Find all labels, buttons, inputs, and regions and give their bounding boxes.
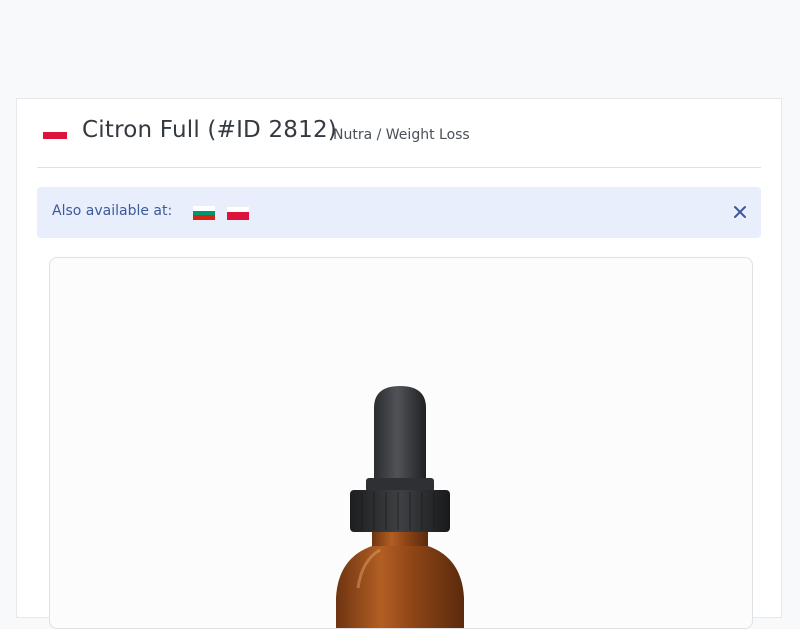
offer-title: Citron Full (#ID 2812): [82, 117, 337, 143]
poland-flag-icon[interactable]: [227, 206, 249, 220]
offer-card: Citron Full (#ID 2812) Nutra / Weight Lo…: [16, 98, 782, 629]
bulgaria-flag-icon[interactable]: [193, 206, 215, 220]
poland-flag-icon: [43, 127, 67, 139]
product-image-frame: [49, 257, 753, 629]
availability-alert: Also available at:: [37, 187, 761, 238]
close-icon[interactable]: [733, 204, 747, 218]
dropper-bottle-image: [336, 386, 464, 628]
offer-category: Nutra / Weight Loss: [333, 127, 470, 143]
offer-header: Citron Full (#ID 2812) Nutra / Weight Lo…: [37, 99, 761, 168]
availability-label: Also available at:: [52, 203, 173, 219]
